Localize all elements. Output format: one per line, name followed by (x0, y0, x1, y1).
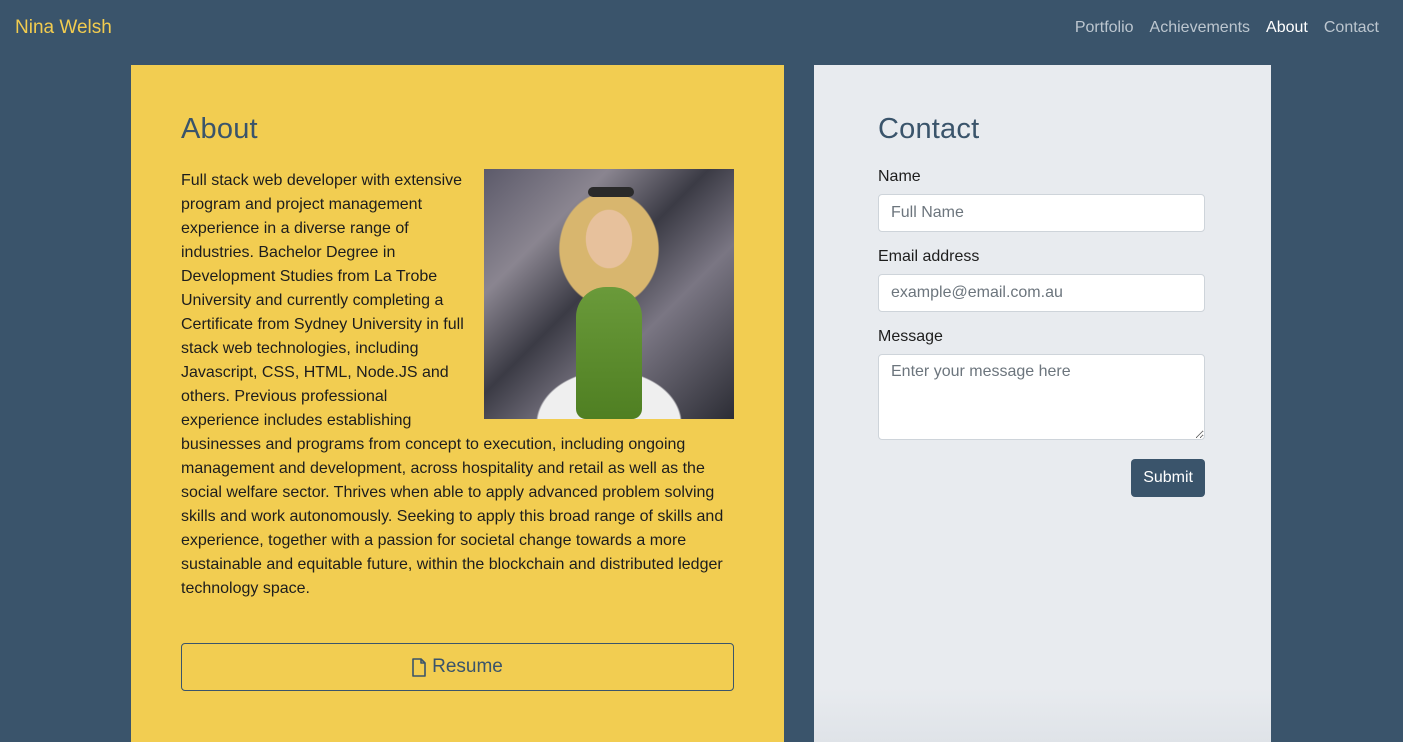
about-title: About (181, 113, 258, 145)
email-group: Email address (878, 248, 1206, 312)
contact-form: Name Email address Message Submit (878, 168, 1206, 497)
nav-link-achievements[interactable]: Achievements (1150, 19, 1251, 37)
name-input[interactable] (878, 194, 1205, 232)
contact-card: Contact Name Email address Message Submi… (814, 65, 1271, 742)
photo-scarf (576, 287, 642, 419)
navbar: Nina Welsh Portfolio Achievements About … (0, 0, 1403, 56)
nav-link-portfolio[interactable]: Portfolio (1075, 19, 1134, 37)
nav-links: Portfolio Achievements About Contact (1075, 19, 1379, 37)
profile-photo (484, 169, 734, 419)
name-group: Name (878, 168, 1206, 232)
message-label: Message (878, 328, 943, 345)
resume-label: Resume (432, 656, 503, 677)
email-label: Email address (878, 248, 980, 265)
nav-link-contact[interactable]: Contact (1324, 19, 1379, 37)
name-label: Name (878, 168, 921, 185)
message-group: Message (878, 328, 1206, 445)
about-card: About Full stack web developer with exte… (131, 65, 784, 742)
brand-link[interactable]: Nina Welsh (15, 17, 112, 39)
nav-link-about[interactable]: About (1266, 19, 1308, 37)
resume-button[interactable]: Resume (181, 643, 734, 691)
email-input[interactable] (878, 274, 1205, 312)
file-icon (412, 657, 426, 677)
about-body: Full stack web developer with extensive … (181, 169, 734, 601)
submit-row: Submit (878, 459, 1205, 497)
contact-title: Contact (878, 113, 980, 145)
submit-button[interactable]: Submit (1131, 459, 1205, 497)
message-textarea[interactable] (878, 354, 1205, 440)
photo-glasses (588, 187, 634, 197)
